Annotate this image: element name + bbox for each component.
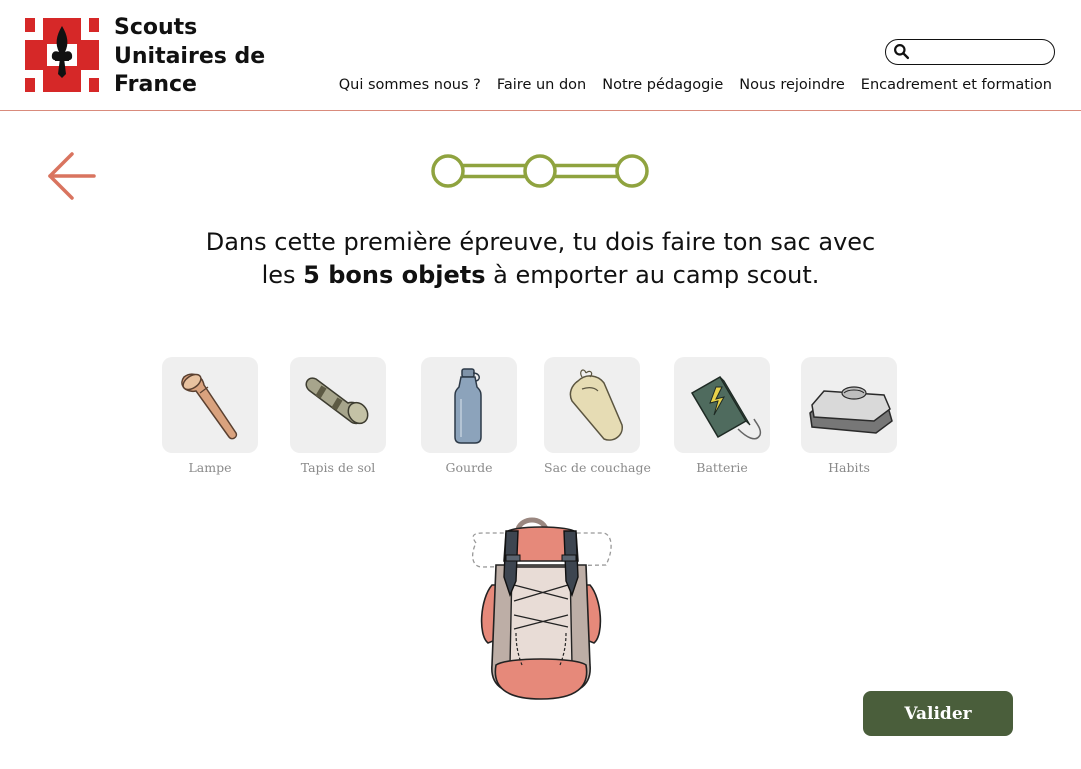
sleeping-mat-icon: [305, 377, 369, 425]
site-header: Scouts Unitaires de France Qui sommes no…: [0, 0, 1081, 111]
flashlight-icon: [181, 373, 238, 440]
main-nav: Qui sommes nous ? Faire un don Notre péd…: [339, 77, 1052, 93]
nav-item-encadrement-formation[interactable]: Encadrement et formation: [861, 77, 1052, 93]
item-gourde[interactable]: Gourde: [421, 357, 517, 475]
item-tile[interactable]: [162, 357, 258, 453]
instruction-emphasis: 5 bons objets: [303, 261, 486, 289]
sleeping-bag-icon: [569, 369, 623, 441]
nav-item-qui-sommes-nous[interactable]: Qui sommes nous ?: [339, 77, 481, 93]
water-bottle-icon: [454, 368, 482, 444]
step-3-dot: [615, 154, 649, 188]
step-2-dot: [523, 154, 557, 188]
item-batterie[interactable]: Batterie: [674, 357, 770, 475]
clothes-icon: [809, 386, 893, 434]
item-label: Sac de couchage: [544, 460, 651, 475]
item-label: Tapis de sol: [300, 460, 376, 475]
instruction-line-2: les 5 bons objets à emporter au camp sco…: [261, 261, 820, 289]
step-1-dot: [431, 154, 465, 188]
item-sac-de-couchage[interactable]: Sac de couchage: [544, 357, 651, 475]
instruction-line-1: Dans cette première épreuve, tu dois fai…: [205, 228, 876, 256]
item-tile[interactable]: [801, 357, 897, 453]
search-box[interactable]: [885, 39, 1055, 65]
item-tile[interactable]: [544, 357, 640, 453]
brand-line-1: Scouts: [114, 15, 198, 40]
item-label: Lampe: [188, 460, 232, 475]
item-label: Habits: [828, 460, 870, 475]
item-tile[interactable]: [290, 357, 386, 453]
item-tile[interactable]: [421, 357, 517, 453]
brand-name[interactable]: Scouts Unitaires de France: [114, 14, 284, 100]
instruction-text: Dans cette première épreuve, tu dois fai…: [100, 226, 981, 292]
backpack-illustration[interactable]: [466, 515, 616, 705]
item-lampe[interactable]: Lampe: [162, 357, 258, 475]
nav-item-faire-un-don[interactable]: Faire un don: [497, 77, 586, 93]
search-icon[interactable]: [893, 43, 910, 60]
brand-line-3: France: [114, 72, 197, 97]
validate-button[interactable]: Valider: [863, 691, 1013, 736]
item-tile[interactable]: [674, 357, 770, 453]
brand-line-2: Unitaires de: [114, 43, 266, 69]
power-bank-icon: [690, 375, 762, 440]
nav-item-nous-rejoindre[interactable]: Nous rejoindre: [739, 77, 845, 93]
back-arrow-icon[interactable]: [46, 150, 98, 202]
item-label: Gourde: [445, 460, 493, 475]
scouts-logo[interactable]: [25, 18, 99, 92]
item-tapis-de-sol[interactable]: Tapis de sol: [290, 357, 386, 475]
item-label: Batterie: [696, 460, 748, 475]
nav-item-notre-pedagogie[interactable]: Notre pédagogie: [602, 77, 723, 93]
item-habits[interactable]: Habits: [801, 357, 897, 475]
progress-stepper: [431, 154, 649, 188]
search-input[interactable]: [914, 42, 1046, 62]
